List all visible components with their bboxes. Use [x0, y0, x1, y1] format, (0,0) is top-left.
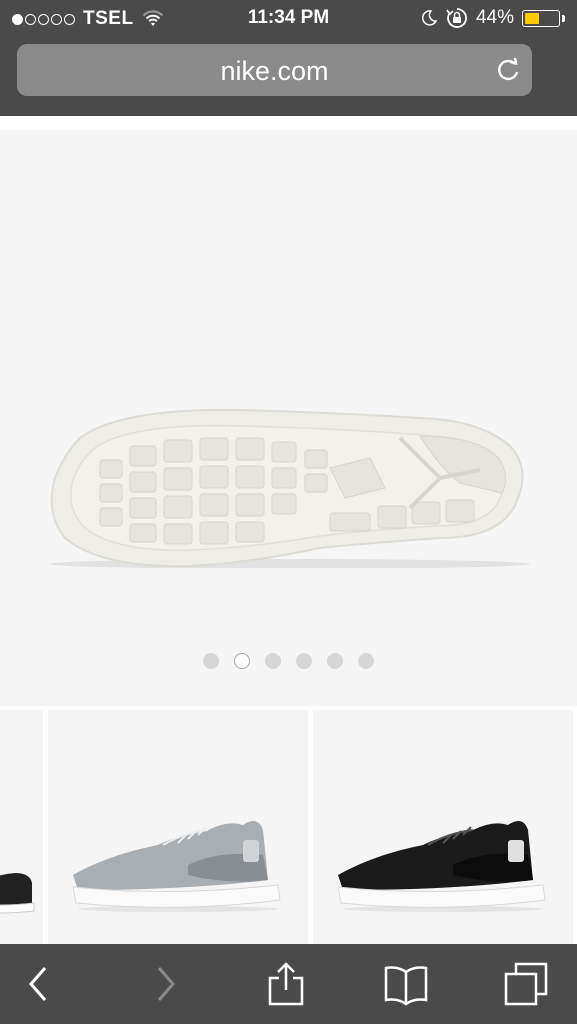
gallery-pager	[0, 653, 577, 669]
product-gallery[interactable]	[0, 130, 577, 706]
thumbnail-black[interactable]	[313, 710, 573, 944]
battery-percent: 44%	[475, 7, 514, 28]
battery-icon	[522, 9, 560, 27]
tabs-icon[interactable]	[504, 962, 548, 1006]
thumbnail-partial[interactable]	[0, 710, 43, 944]
url-text: nike.com	[220, 56, 329, 86]
pager-dot[interactable]	[265, 653, 281, 669]
shoe-sole-image	[50, 408, 530, 568]
rotation-lock-icon	[446, 8, 467, 28]
pager-dot[interactable]	[327, 653, 343, 669]
shoe-thumbnail-black	[0, 873, 35, 914]
shoe-thumbnail-black	[337, 821, 546, 912]
thumbnail-strip	[0, 710, 577, 944]
browser-toolbar	[0, 944, 577, 1024]
browser-header: nike.com	[0, 36, 577, 116]
address-bar[interactable]: nike.com	[17, 44, 532, 96]
back-icon[interactable]	[17, 962, 61, 1006]
reload-icon[interactable]	[494, 56, 522, 84]
pager-dot[interactable]	[358, 653, 374, 669]
forward-icon[interactable]	[143, 962, 187, 1006]
shoe-thumbnail-grey	[72, 821, 281, 912]
thumbnail-grey[interactable]	[48, 710, 308, 944]
moon-icon	[421, 10, 438, 26]
battery-level	[525, 12, 540, 24]
pager-dot-active[interactable]	[234, 653, 250, 669]
status-icons: 44%	[420, 7, 565, 29]
bookmarks-icon[interactable]	[384, 962, 428, 1006]
share-icon[interactable]	[264, 962, 308, 1006]
battery-tip	[562, 14, 565, 22]
pager-dot[interactable]	[203, 653, 219, 669]
pager-dot[interactable]	[296, 653, 312, 669]
status-bar: TSEL 11:34 PM 44%	[0, 0, 577, 36]
